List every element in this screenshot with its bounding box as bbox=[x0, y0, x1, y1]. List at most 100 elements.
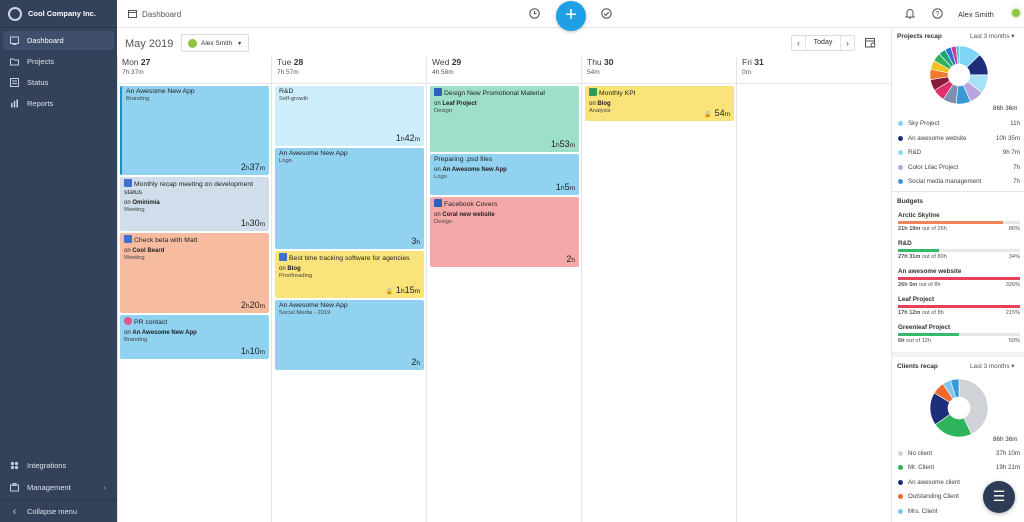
chevron-right-icon: › bbox=[103, 483, 107, 492]
legend-item: No client 37h 10m bbox=[898, 449, 1020, 458]
clients-donut-chart bbox=[929, 378, 989, 438]
menu-icon: ☰ bbox=[992, 488, 1006, 504]
budget-item: Arctic Skyline 21h 19m out of 26h 86% bbox=[898, 212, 1020, 232]
people-icon bbox=[124, 317, 132, 325]
entry-duration: 1h30m bbox=[240, 218, 265, 228]
day-total: 7h 37m bbox=[122, 69, 144, 76]
entry-duration: 2h37m bbox=[240, 162, 265, 172]
time-entry[interactable]: Preparing .psd files on An Awesome New A… bbox=[430, 154, 579, 195]
sidebar-item-management[interactable]: Management › bbox=[3, 478, 114, 497]
budget-progress-fill bbox=[898, 221, 1003, 224]
projects-donut-chart bbox=[929, 45, 989, 105]
reports-icon bbox=[10, 99, 19, 108]
entry-duration: 2h bbox=[566, 254, 575, 264]
sidebar-item-integrations[interactable]: Integrations bbox=[3, 456, 114, 475]
sidebar-item-status[interactable]: Status bbox=[3, 73, 114, 92]
entry-duration: 3h bbox=[411, 236, 420, 246]
company-switcher[interactable]: Cool Company Inc. bbox=[0, 0, 117, 28]
menu-fab-button[interactable]: ☰ bbox=[983, 481, 1015, 513]
integrations-icon bbox=[10, 461, 19, 470]
top-bar: Dashboard + ? Alex Smith bbox=[117, 0, 1024, 31]
time-entry[interactable]: An Awesome New App Branding 2h37m bbox=[120, 86, 269, 175]
collapse-menu-label: Collapse menu bbox=[27, 507, 78, 516]
status-icon bbox=[10, 78, 19, 87]
entry-duration: 🔒 1h15m bbox=[385, 285, 420, 295]
sidebar-item-label: Projects bbox=[27, 57, 55, 66]
trello-icon bbox=[434, 88, 442, 96]
bell-icon[interactable] bbox=[904, 8, 916, 21]
sidebar: Cool Company Inc. Dashboard Projects Sta… bbox=[0, 0, 117, 522]
legend-item: An awesome website 10h 35m bbox=[898, 134, 1020, 143]
legend-item: Color Lilac Project 7h bbox=[898, 163, 1020, 172]
check-circle-icon[interactable] bbox=[601, 8, 612, 21]
day-header-mon: Mon 27 7h 37m bbox=[118, 57, 272, 81]
budget-item: R&D 27h 31m out of 80h 34% bbox=[898, 240, 1020, 260]
right-panel: Projects recap Last 3 months ▾ 86h 36m S… bbox=[891, 28, 1024, 522]
time-entry[interactable]: Facebook Covers on Coral new website Des… bbox=[430, 197, 579, 267]
time-entry[interactable]: Check beta with Matt on Cool Beard Meeti… bbox=[120, 233, 269, 313]
entry-duration: 1h5m bbox=[555, 182, 575, 192]
user-name[interactable]: Alex Smith bbox=[958, 10, 994, 19]
time-entry[interactable]: Best time tracking software for agencies… bbox=[275, 251, 424, 298]
caret-down-icon: ▾ bbox=[238, 40, 242, 47]
budget-progress-fill bbox=[898, 249, 940, 252]
add-entry-button[interactable]: + bbox=[556, 1, 586, 31]
lock-icon: 🔒 bbox=[385, 289, 393, 295]
entry-duration: 1h10m bbox=[240, 346, 265, 356]
sidebar-item-projects[interactable]: Projects bbox=[3, 52, 114, 71]
calendar-icon bbox=[128, 9, 137, 20]
clients-recap-title: Clients recap bbox=[897, 363, 938, 370]
collapse-menu-button[interactable]: ‹ Collapse menu bbox=[3, 502, 114, 521]
time-entry[interactable]: R&D Self-growth 1h42m bbox=[275, 86, 424, 146]
projects-recap-title: Projects recap bbox=[897, 33, 942, 40]
day-header-tue: Tue 28 7h 57m bbox=[273, 57, 427, 81]
calendar-event-icon bbox=[124, 179, 132, 187]
day-header-fri: Fri 31 0m bbox=[738, 57, 892, 81]
entry-duration: 1h42m bbox=[395, 133, 420, 143]
entry-duration: 🔒 54m bbox=[704, 108, 730, 118]
sidebar-item-label: Reports bbox=[27, 99, 54, 108]
management-icon bbox=[10, 483, 19, 492]
date-navigator: ‹ Today › bbox=[791, 35, 855, 51]
budgets-title: Budgets bbox=[897, 198, 923, 205]
clients-range-select[interactable]: Last 3 months ▾ bbox=[970, 363, 1014, 370]
time-entry[interactable]: An Awesome New App Logo 3h bbox=[275, 148, 424, 249]
legend-item: Social media management 7h bbox=[898, 177, 1020, 186]
user-filter-select[interactable]: Alex Smith ▾ bbox=[181, 34, 249, 52]
sidebar-item-label: Dashboard bbox=[27, 36, 64, 45]
chevron-left-icon: ‹ bbox=[12, 505, 17, 518]
sidebar-item-label: Management bbox=[27, 483, 71, 492]
calendar-event-icon bbox=[124, 235, 132, 243]
lock-icon: 🔒 bbox=[704, 112, 712, 118]
time-entry[interactable]: Design New Promotional Material on Leaf … bbox=[430, 86, 579, 152]
sidebar-item-reports[interactable]: Reports bbox=[3, 94, 114, 113]
month-label: May 2019 bbox=[125, 38, 174, 50]
user-filter-value: Alex Smith bbox=[201, 39, 233, 47]
next-week-button[interactable]: › bbox=[841, 38, 854, 48]
legend-item: R&D 9h 7m bbox=[898, 148, 1020, 157]
entry-duration: 2h20m bbox=[240, 300, 265, 310]
avatar[interactable] bbox=[1010, 7, 1022, 19]
entry-duration: 2h bbox=[411, 357, 420, 367]
help-icon[interactable]: ? bbox=[932, 8, 943, 21]
document-icon bbox=[279, 253, 287, 261]
prev-week-button[interactable]: ‹ bbox=[792, 38, 805, 48]
time-entry[interactable]: An Awesome New App Social Media - 2019 2… bbox=[275, 300, 424, 370]
budget-item: Leaf Project 17h 12m out of 8h 215% bbox=[898, 296, 1020, 316]
clock-icon[interactable] bbox=[529, 8, 540, 21]
sidebar-item-dashboard[interactable]: Dashboard bbox=[3, 31, 114, 50]
today-button[interactable]: Today bbox=[805, 36, 841, 50]
company-name: Cool Company Inc. bbox=[28, 9, 96, 18]
sidebar-item-label: Integrations bbox=[27, 461, 67, 470]
budget-progress-fill bbox=[898, 333, 959, 336]
time-entry[interactable]: Monthly KPI on Blog Analysis 🔒 54m bbox=[585, 86, 734, 121]
calendar-settings-icon[interactable] bbox=[865, 37, 876, 50]
clients-total: 86h 36m bbox=[993, 436, 1018, 443]
avatar bbox=[188, 38, 197, 48]
projects-range-select[interactable]: Last 3 months ▾ bbox=[970, 33, 1014, 40]
page-title: Dashboard bbox=[142, 10, 182, 19]
time-entry[interactable]: Monthly recap meeting on development sta… bbox=[120, 177, 269, 231]
budget-item: An awesome website 26h 5m out of 8h 326% bbox=[898, 268, 1020, 288]
time-entry[interactable]: PR contact on An Awesome New App Brandin… bbox=[120, 315, 269, 359]
dashboard-icon bbox=[10, 36, 19, 45]
